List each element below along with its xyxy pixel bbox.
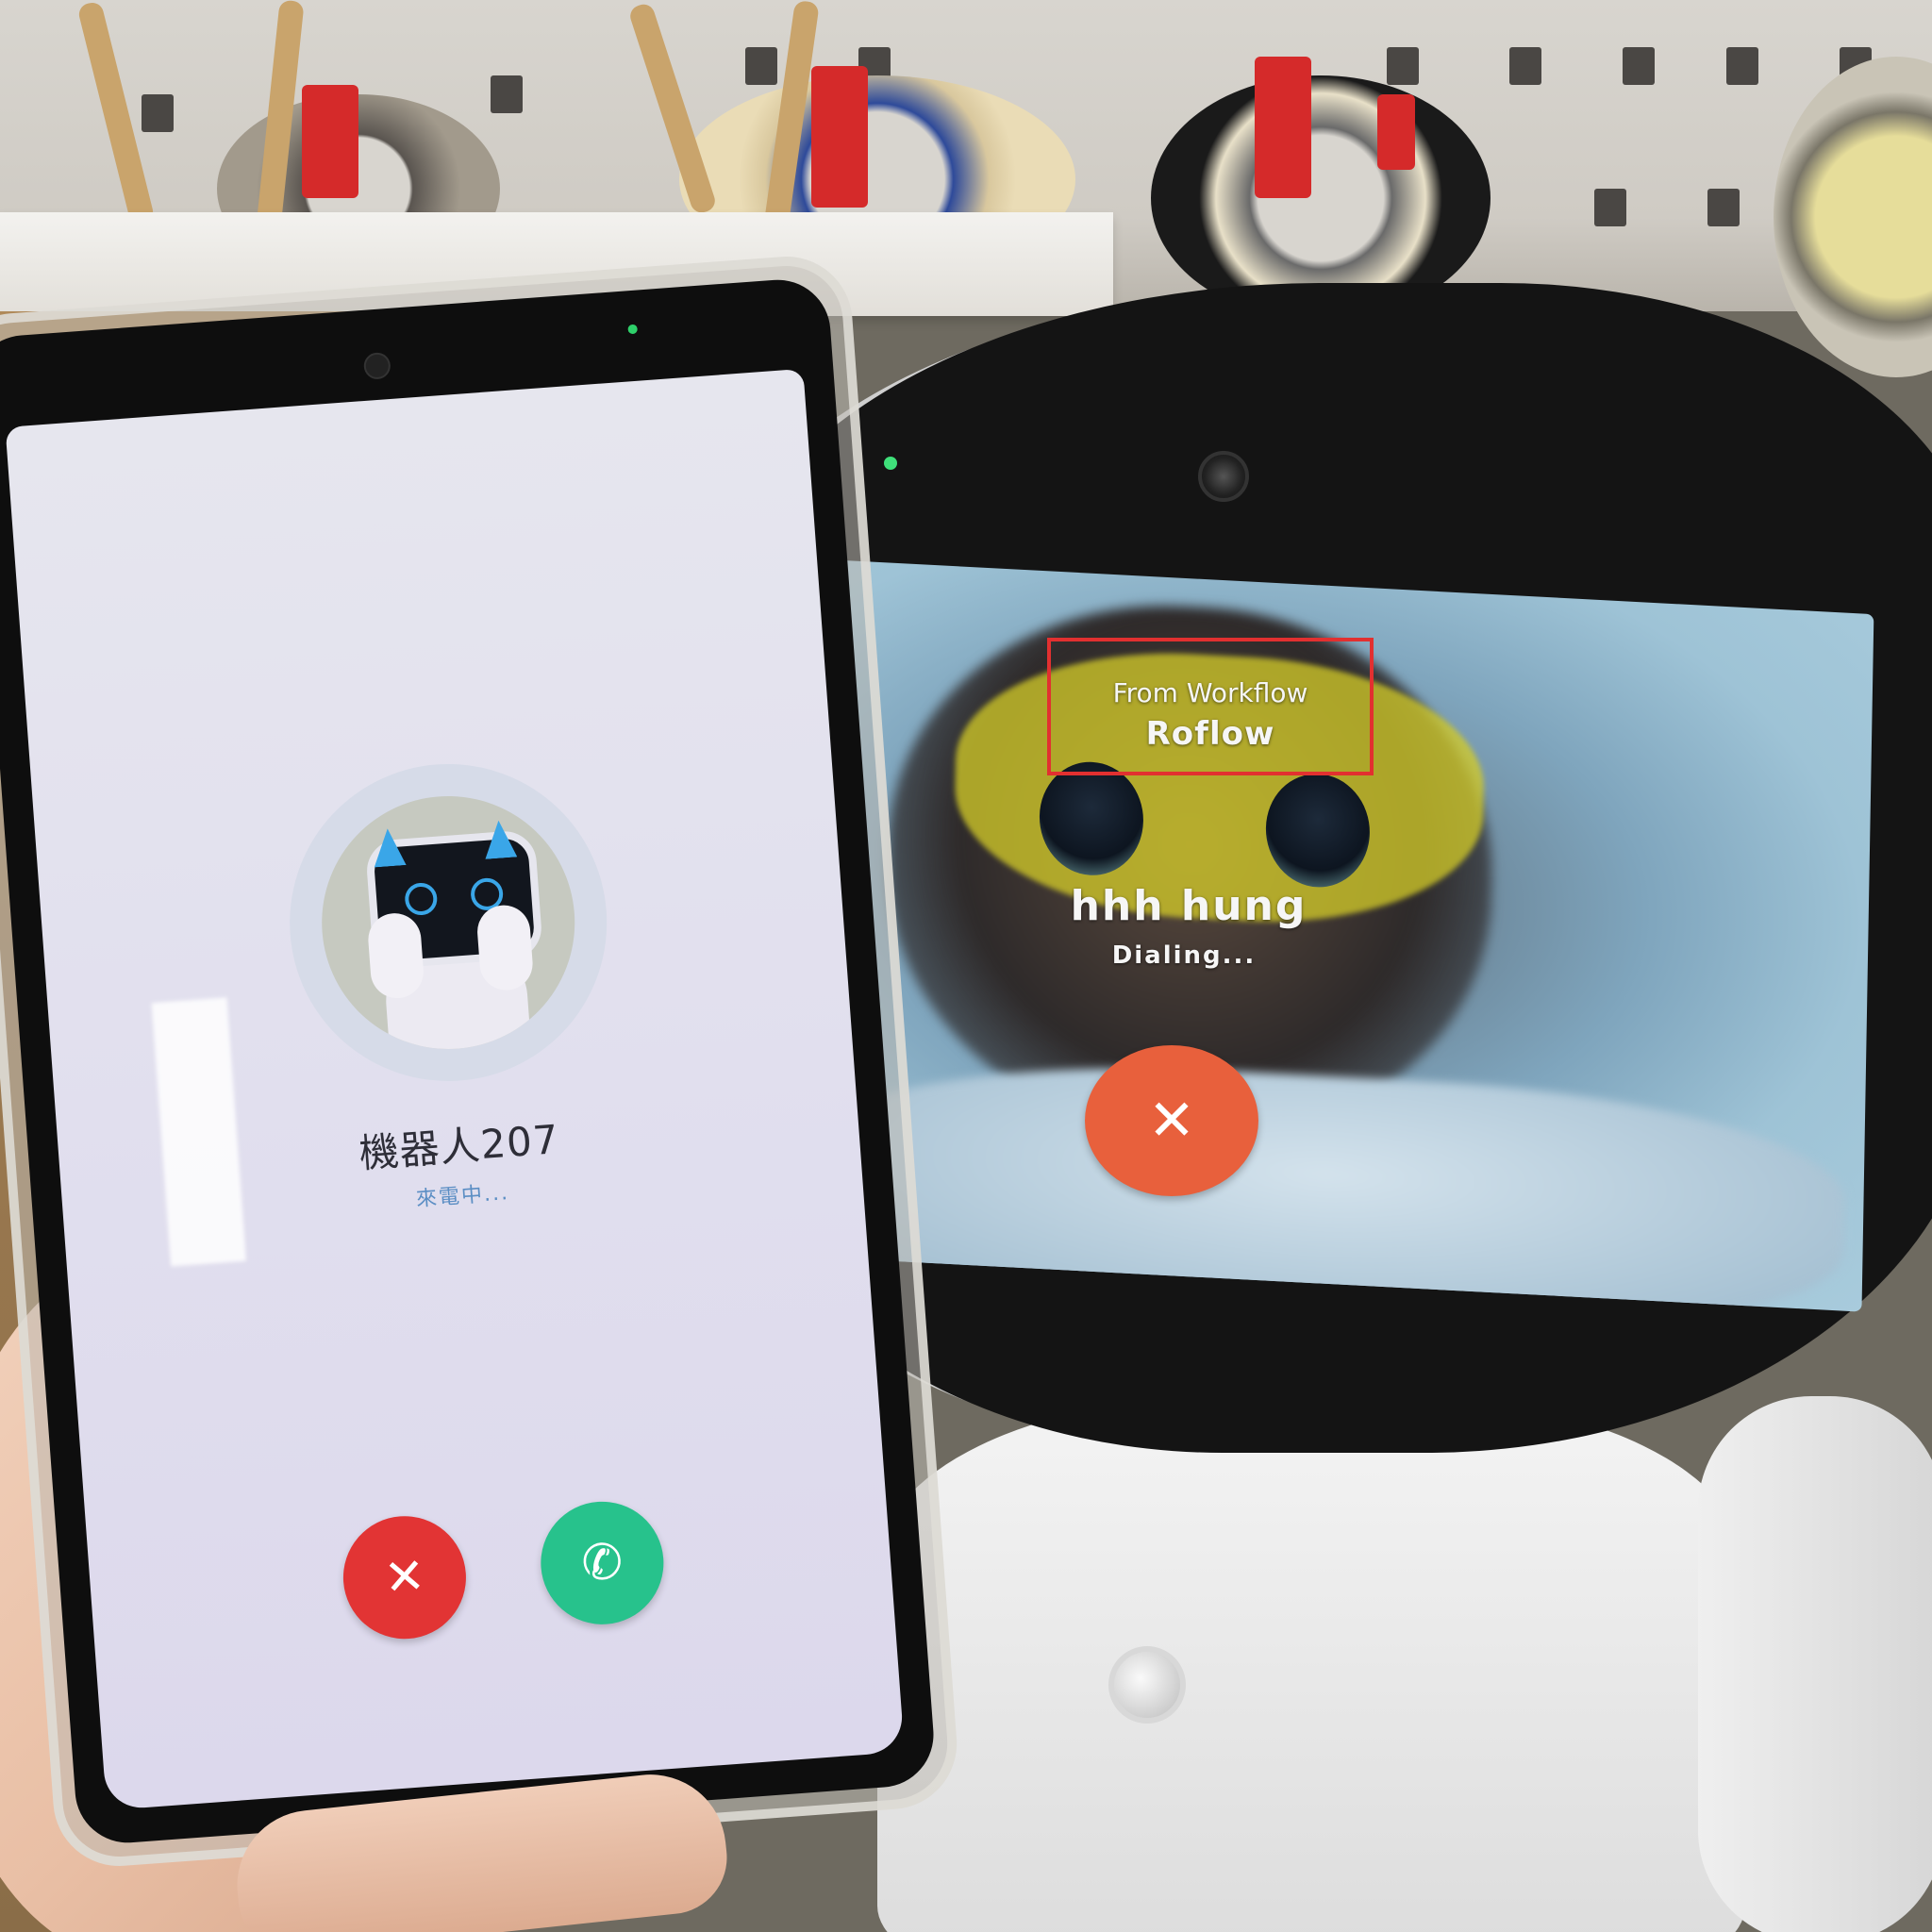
peg-hole <box>1387 47 1419 85</box>
peg-hole <box>1623 47 1655 85</box>
red-clip <box>302 85 358 198</box>
phone-icon: ✆ <box>579 1533 625 1593</box>
call-source-label: From Workflow <box>1112 677 1308 708</box>
robot-status-led <box>884 457 897 470</box>
accept-call-button[interactable]: ✆ <box>536 1497 668 1629</box>
phone-incoming-call-screen: 機器人207 來電中... ✕ ✆ <box>5 368 905 1810</box>
close-icon: ✕ <box>1147 1088 1196 1154</box>
call-source-name: Roflow <box>1145 715 1275 753</box>
red-clip <box>1255 57 1311 198</box>
avatar-eye <box>404 881 439 917</box>
peg-hole <box>491 75 523 113</box>
bag-string <box>627 1 718 216</box>
robot-arm <box>1698 1396 1932 1932</box>
peg-hole <box>1594 189 1626 226</box>
red-clip <box>811 66 868 208</box>
close-icon: ✕ <box>382 1547 427 1607</box>
smartphone: 機器人207 來電中... ✕ ✆ <box>0 252 962 1871</box>
callee-name: hhh hung <box>1070 882 1307 930</box>
peg-hole <box>1726 47 1758 85</box>
robot-body-button <box>1108 1646 1186 1724</box>
avatar-hand <box>475 903 535 992</box>
decline-call-button[interactable]: ✕ <box>339 1511 471 1643</box>
photo-scene: From Workflow Roflow hhh hung Dialing...… <box>0 0 1932 1932</box>
peg-hole <box>1509 47 1541 85</box>
avatar-hand <box>366 911 425 1001</box>
robot-body <box>877 1396 1745 1932</box>
peg-hole <box>745 47 777 85</box>
robot-camera-icon <box>1198 451 1249 502</box>
peg-hole <box>142 94 174 132</box>
end-call-button[interactable]: ✕ <box>1085 1045 1258 1196</box>
call-status: Dialing... <box>1111 941 1257 970</box>
peg-hole <box>1707 189 1740 226</box>
tape-roll <box>1774 57 1932 377</box>
red-clip <box>1377 94 1415 170</box>
